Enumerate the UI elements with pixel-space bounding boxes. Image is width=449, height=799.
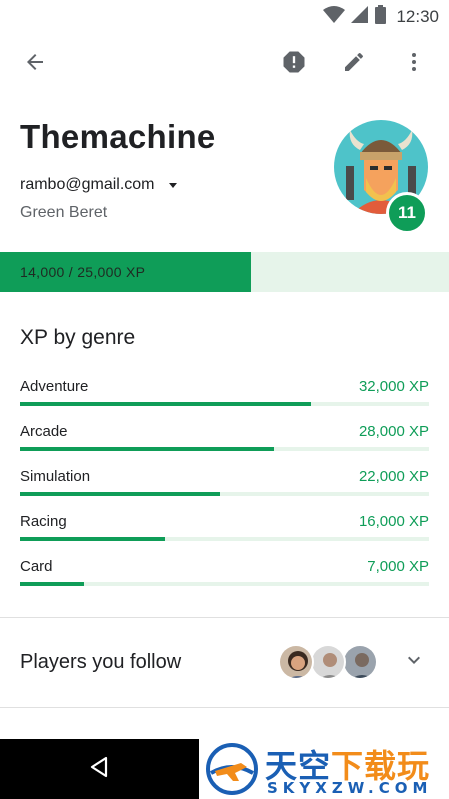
player-avatar-1 [278,644,314,680]
genre-row: Card 7,000 XP [20,558,429,603]
genre-xp-track [20,492,429,496]
genre-xp-track [20,537,429,541]
battery-icon [375,5,387,29]
report-icon [280,48,308,81]
watermark-logo-icon [205,743,259,795]
back-arrow-icon [23,50,47,79]
watermark: 天空下载玩 SKYXZW.COM [199,739,449,799]
nav-back-icon [88,756,110,783]
player-avatar-3 [342,644,378,680]
player-name: Themachine [20,118,216,155]
genre-row: Arcade 28,000 XP [20,423,429,468]
xp-progress-bar: 14,000 / 25,000 XP [0,252,449,292]
genre-name: Arcade [20,423,68,440]
genre-xp-value: 32,000 XP [358,378,429,395]
followed-players-avatars [278,644,378,680]
genre-row: Racing 16,000 XP [20,513,429,558]
level-badge: 11 [386,192,428,234]
genre-name: Card [20,558,53,575]
status-bar: 12:30 [0,0,449,30]
genre-xp-track [20,402,429,406]
genre-row: Simulation 22,000 XP [20,468,429,513]
genre-name: Simulation [20,468,91,485]
genre-list: Adventure 32,000 XP Arcade 28,000 XP Simulat… [20,378,429,603]
players-you-follow-title: Players you follow [20,651,182,673]
dropdown-caret-icon [168,182,177,188]
account-email: rambo@gmail.com [20,176,155,193]
expand-button[interactable] [398,646,430,678]
more-options-button[interactable] [394,44,434,84]
genre-xp-value: 22,000 XP [358,468,429,485]
genre-xp-track [20,582,429,586]
genre-xp-bar [20,492,220,496]
nav-back-button[interactable] [82,753,116,785]
genre-xp-value: 28,000 XP [358,423,429,440]
toolbar [0,36,449,94]
genre-row: Adventure 32,000 XP [20,378,429,423]
genre-xp-track [20,447,429,451]
more-vert-icon [402,50,426,79]
genre-xp-value: 7,000 XP [367,558,429,575]
genre-xp-bar [20,537,165,541]
wifi-icon [323,5,346,29]
status-icons: 12:30 [323,5,439,29]
chevron-down-icon [402,648,426,677]
divider [0,707,449,708]
status-time: 12:30 [396,7,439,26]
watermark-en-text: SKYXZW.COM [267,779,433,797]
genre-name: Racing [20,513,67,530]
signal-icon [351,5,369,29]
players-you-follow-row[interactable]: Players you follow [0,618,449,706]
genre-name: Adventure [20,378,89,395]
genre-xp-bar [20,447,274,451]
account-switcher[interactable]: rambo@gmail.com [20,176,177,194]
genre-section-title: XP by genre [20,326,136,349]
edit-button[interactable] [334,44,374,84]
genre-xp-bar [20,582,84,586]
player-title: Green Beret [20,204,108,221]
genre-xp-bar [20,402,311,406]
report-button[interactable] [274,44,314,84]
xp-progress-label: 14,000 / 25,000 XP [20,264,146,280]
player-avatar-2 [310,644,346,680]
genre-xp-value: 16,000 XP [358,513,429,530]
back-button[interactable] [15,44,55,84]
edit-pencil-icon [342,50,366,79]
